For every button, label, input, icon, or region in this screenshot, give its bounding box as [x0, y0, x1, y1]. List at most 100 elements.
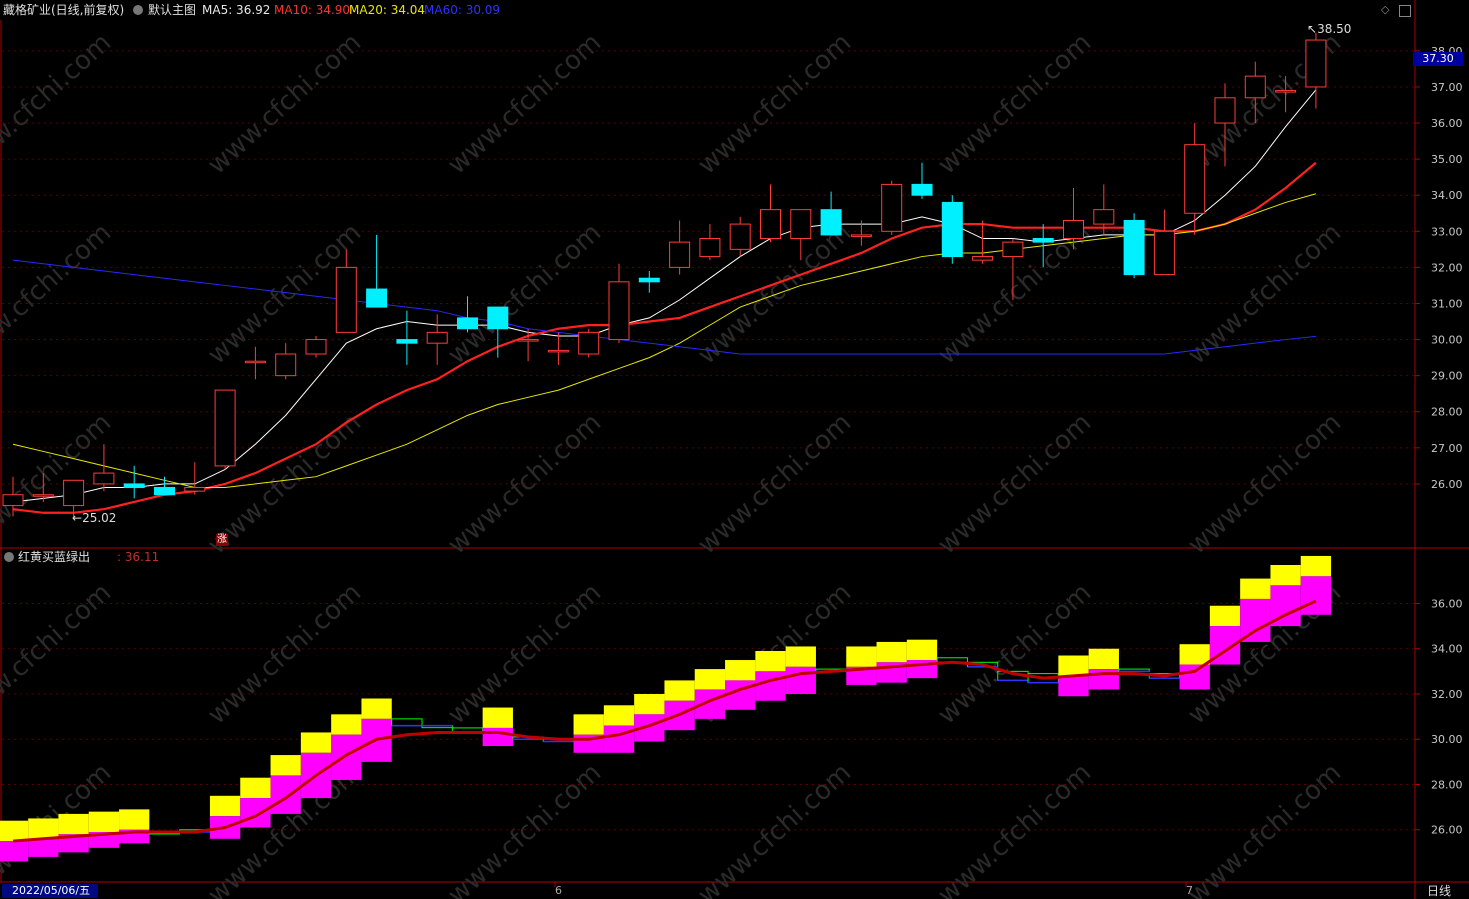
signal-step: [785, 646, 816, 694]
candle: [123, 465, 145, 499]
signal-trend-line: [12, 599, 1317, 843]
signal-step: [906, 639, 938, 679]
price-tick-label: 31.00: [1431, 297, 1463, 310]
chart-canvas[interactable]: www.cfchi.com www.cfchi.com www.cfchi.com w…: [0, 0, 1469, 899]
candle-body-up: [1002, 241, 1024, 258]
buy-upper-block: [58, 813, 89, 835]
watermark-text: www.cfchi.com: [1182, 758, 1347, 899]
buy-upper-block: [0, 820, 29, 842]
buy-lower-block: [755, 671, 786, 701]
price-tick-label: 26.00: [1431, 478, 1463, 491]
candle-body-down: [1032, 238, 1054, 243]
candle-body-up: [214, 389, 236, 467]
price-tick-label: 28.00: [1431, 406, 1463, 419]
candle: [669, 220, 691, 275]
price-tick-label: 35.00: [1431, 153, 1463, 166]
buy-lower-block: [1058, 675, 1089, 697]
signal-step: [694, 669, 726, 719]
watermark-text: www.cfchi.com: [692, 758, 857, 899]
buy-upper-block: [603, 705, 635, 726]
buy-upper-block: [1179, 644, 1210, 665]
candle: [1123, 213, 1145, 279]
buy-lower-block: [28, 838, 59, 857]
candle-body-up: [244, 360, 266, 364]
sub-tick-label: 28.00: [1431, 778, 1463, 791]
candle-body-up: [63, 479, 85, 507]
buy-upper-block: [270, 755, 301, 776]
diamond-icon[interactable]: ◇: [1381, 3, 1389, 17]
signal-step: [482, 707, 513, 747]
buy-upper-block: [725, 660, 756, 681]
buy-upper-block: [573, 714, 604, 735]
period-label[interactable]: 日线: [1427, 884, 1451, 898]
signal-step: [1240, 578, 1271, 642]
candle-body-up: [1305, 39, 1327, 88]
main-indicator-label[interactable]: 默认主图: [148, 3, 196, 17]
buy-lower-block: [1300, 576, 1332, 615]
stock-title: 藏格矿业(日线,前复权): [3, 3, 125, 17]
price-tick-label: 33.00: [1431, 225, 1463, 238]
candle: [760, 184, 781, 243]
month-label-7: 7: [1186, 884, 1193, 897]
candle-body-down: [911, 183, 933, 196]
ma60-label: MA60: 30.09: [424, 3, 501, 17]
candle-body-down: [366, 288, 388, 308]
candle: [396, 310, 418, 365]
candle-body-up: [1214, 97, 1236, 124]
buy-lower-block: [1179, 664, 1210, 690]
sub-indicator-name[interactable]: 红黄买蓝绿出: [18, 550, 90, 564]
sub-tick-label: 34.00: [1431, 643, 1463, 656]
candle-body-up: [426, 331, 448, 344]
candle: [154, 476, 175, 496]
candle: [305, 335, 327, 358]
price-tick-label: 32.00: [1431, 261, 1463, 274]
signal-step: [876, 641, 907, 683]
candle-body-up: [850, 234, 872, 237]
signal-step: [1179, 644, 1210, 690]
price-tick-label: 27.00: [1431, 442, 1463, 455]
buy-lower-block: [1240, 598, 1271, 642]
candle-body-up: [2, 494, 24, 507]
signal-step: [300, 732, 332, 799]
window-toggle-icon[interactable]: [1399, 5, 1411, 17]
buy-upper-block: [906, 639, 938, 661]
indicator-menu-icon[interactable]: [133, 5, 143, 15]
buy-upper-block: [482, 707, 513, 728]
ma20-line: [12, 193, 1317, 489]
sub-indicator-menu-icon[interactable]: [4, 552, 14, 562]
buy-upper-block: [240, 777, 271, 799]
buy-upper-block: [28, 818, 59, 839]
signal-step: [209, 795, 241, 839]
buy-lower-block: [482, 727, 513, 747]
candle: [941, 195, 963, 264]
price-tick-label: 34.00: [1431, 189, 1463, 202]
ma10-label: MA10: 34.90: [274, 3, 351, 17]
candle: [911, 162, 933, 199]
sub-tick-label: 26.00: [1431, 824, 1463, 837]
candle: [366, 234, 388, 308]
candle-body-up: [335, 266, 357, 333]
buy-upper-block: [876, 641, 907, 663]
sub-indicator-value: : 36.11: [117, 550, 160, 564]
price-tick-label: 37.00: [1431, 81, 1463, 94]
candle-body-up: [578, 331, 600, 355]
buy-upper-block: [1209, 605, 1241, 627]
buy-upper-block: [1058, 655, 1089, 676]
candle: [184, 462, 206, 495]
candle-body-up: [305, 339, 327, 355]
candle: [1305, 32, 1327, 109]
sub-tick-label: 30.00: [1431, 733, 1463, 746]
candle: [820, 191, 842, 236]
buy-upper-block: [1270, 565, 1301, 586]
candle-body-up: [972, 256, 994, 261]
candle-body-up: [760, 209, 781, 240]
candle-body-down: [123, 483, 145, 489]
candle: [244, 346, 266, 380]
buy-upper-block: [209, 795, 241, 817]
signal-step: [331, 714, 362, 780]
high-price-value: 38.50: [1317, 22, 1352, 36]
ma60-line: [12, 259, 1316, 355]
signal-step: [1088, 648, 1119, 690]
signal-step: [634, 693, 665, 742]
buy-upper-block: [300, 732, 332, 753]
